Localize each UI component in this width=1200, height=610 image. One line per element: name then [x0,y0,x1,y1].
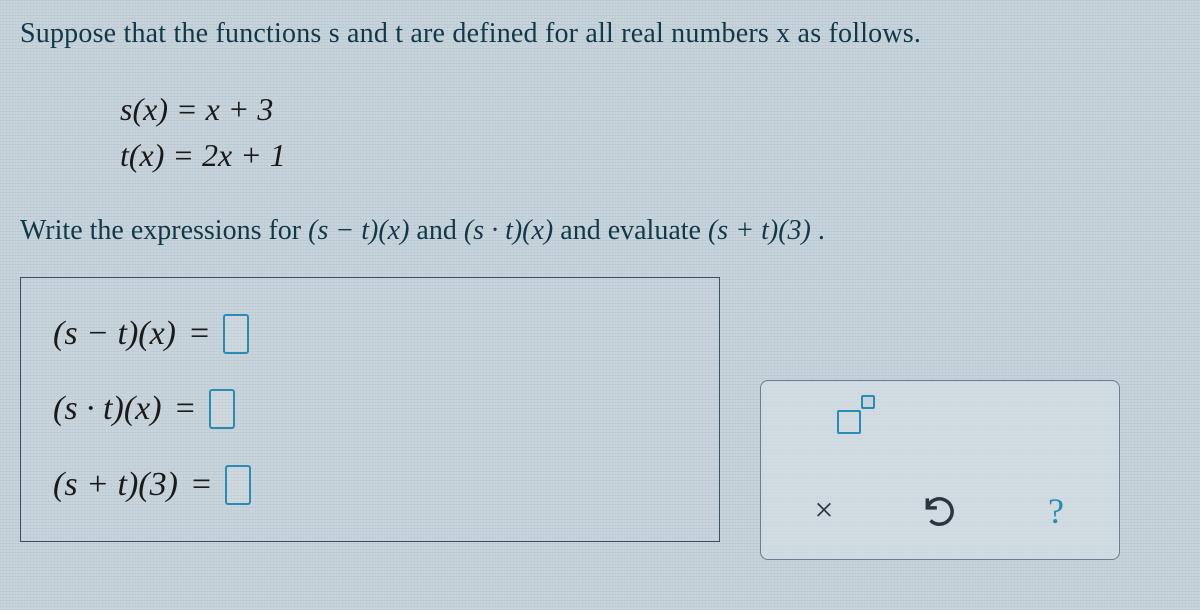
answer-3-lhs: (s + t)(3) [53,466,178,504]
definition-s: s(x) = x + 3 [120,86,1180,132]
answer-1-lhs: (s − t)(x) [53,315,176,353]
function-definitions: s(x) = x + 3 t(x) = 2x + 1 [120,86,1180,179]
exponent-button[interactable] [819,399,879,445]
answer-2-lhs: (s · t)(x) [53,390,162,428]
answer-row-2: (s · t)(x) = [53,389,687,429]
ask-mid-1: and [416,215,463,246]
definition-t: t(x) = 2x + 1 [120,132,1180,178]
ask-prefix: Write the expressions for [20,215,308,246]
undo-icon [921,492,959,530]
answer-3-input[interactable] [225,465,251,505]
help-button[interactable]: ? [1025,487,1087,535]
tool-panel: × ? [760,380,1120,560]
undo-button[interactable] [909,487,971,535]
clear-button[interactable]: × [793,487,855,535]
problem-intro: Suppose that the functions s and t are d… [20,18,1180,50]
answer-1-input[interactable] [223,314,249,354]
exponent-base-icon [837,410,861,434]
help-icon: ? [1048,490,1064,532]
ask-suffix: . [818,215,825,246]
problem-question: Write the expressions for (s − t)(x) and… [20,215,1180,247]
answer-row-1: (s − t)(x) = [53,314,687,354]
ask-expr-2: (s · t)(x) [464,215,553,246]
ask-mid-2: and evaluate [560,215,708,246]
answer-row-3: (s + t)(3) = [53,465,687,505]
ask-expr-3: (s + t)(3) [708,215,811,246]
answer-box: (s − t)(x) = (s · t)(x) = (s + t)(3) = [20,277,720,542]
ask-expr-1: (s − t)(x) [308,215,409,246]
close-icon: × [814,492,833,530]
tool-row-templates [783,399,1097,469]
equals-sign: = [190,315,209,353]
tool-row-actions: × ? [783,487,1097,535]
answer-2-input[interactable] [209,389,235,429]
equals-sign: = [192,466,211,504]
equals-sign: = [176,390,195,428]
exponent-superscript-icon [861,395,875,409]
